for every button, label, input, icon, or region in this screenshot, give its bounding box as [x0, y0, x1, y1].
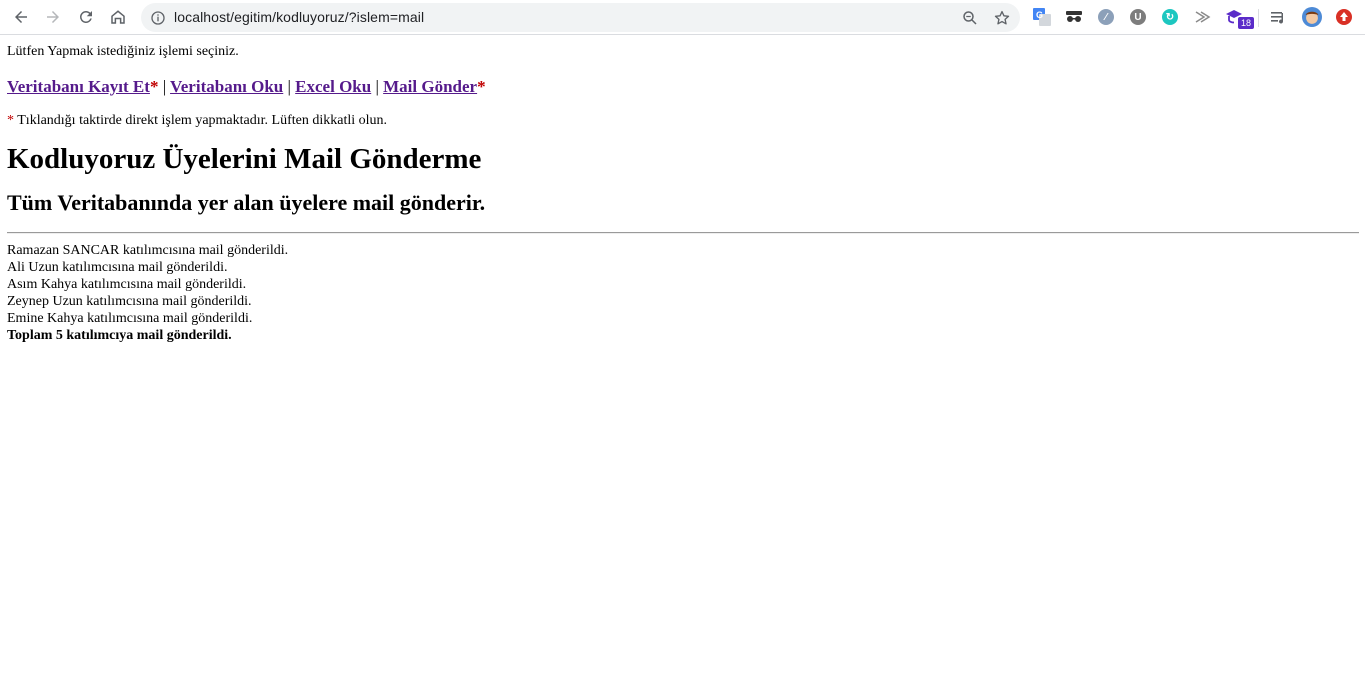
list-item: Zeynep Uzun katılımcısına mail gönderild…: [7, 294, 252, 309]
home-button[interactable]: [106, 5, 130, 29]
list-item: Ramazan SANCAR katılımcısına mail gönder…: [7, 243, 289, 258]
link-separator: |: [287, 77, 291, 96]
reload-icon: [79, 10, 92, 23]
update-arrow-icon[interactable]: [1334, 7, 1354, 27]
incognito-glasses-icon[interactable]: [1064, 7, 1084, 27]
google-translate-icon[interactable]: G: [1032, 7, 1052, 27]
link-separator: |: [375, 77, 379, 96]
link-separator: |: [162, 77, 167, 96]
back-button[interactable]: [9, 5, 33, 29]
note-text: Tıklandığı taktirde direkt işlem yapmakt…: [17, 113, 387, 128]
compass-extension-icon[interactable]: ⁄: [1096, 7, 1116, 27]
warning-marker: *: [477, 77, 486, 96]
toolbar-divider: [1258, 9, 1259, 27]
zoom-icon[interactable]: [961, 9, 979, 27]
refresh-extension-icon[interactable]: ↻: [1160, 7, 1180, 27]
reload-button[interactable]: [74, 5, 98, 29]
url-text[interactable]: localhost/egitim/kodluyoruz/?islem=mail: [174, 9, 424, 25]
intro-text: Lütfen Yapmak istediğiniz işlemi seçiniz…: [7, 44, 239, 59]
link-veritabani-kayit[interactable]: Veritabanı Kayıt Et: [7, 77, 150, 96]
list-item: Asım Kahya katılımcısına mail gönderildi…: [7, 277, 247, 292]
svg-text:G: G: [1036, 10, 1043, 20]
star-bookmark-icon[interactable]: [993, 9, 1011, 27]
list-item: Ali Uzun katılımcısına mail gönderildi.: [7, 260, 228, 275]
arrow-left-icon: [15, 11, 27, 23]
total-summary: Toplam 5 katılımcıya mail gönderildi.: [7, 328, 232, 343]
result-list: Ramazan SANCAR katılımcısına mail gönder…: [7, 242, 1359, 344]
link-excel-oku[interactable]: Excel Oku: [295, 77, 371, 96]
avatar[interactable]: [1302, 7, 1322, 27]
warning-marker: *: [149, 77, 159, 96]
send-arrow-icon[interactable]: [1192, 7, 1212, 27]
forward-button[interactable]: [41, 5, 65, 29]
page-subtitle: Tüm Veritabanında yer alan üyelere mail …: [7, 190, 486, 215]
warning-note: * Tıklandığı taktirde direkt işlem yapma…: [7, 112, 1359, 129]
address-bar[interactable]: localhost/egitim/kodluyoruz/?islem=mail: [141, 3, 1020, 32]
list-item: Emine Kahya katılımcısına mail gönderild…: [7, 311, 253, 326]
divider: [7, 232, 1359, 234]
media-queue-icon[interactable]: [1269, 7, 1289, 27]
link-mail-gonder[interactable]: Mail Gönder: [383, 77, 477, 96]
u-extension-icon[interactable]: U: [1128, 7, 1148, 27]
action-links: Veritabanı Kayıt Et* | Veritabanı Oku | …: [7, 77, 1359, 97]
page-content: Lütfen Yapmak istediğiniz işlemi seçiniz…: [7, 35, 1359, 344]
arrow-right-icon: [47, 11, 59, 23]
page-title: Kodluyoruz Üyelerini Mail Gönderme: [7, 143, 482, 175]
note-marker: *: [7, 113, 14, 128]
home-icon: [111, 10, 125, 24]
extension-badge: 18: [1238, 17, 1254, 29]
browser-toolbar: localhost/egitim/kodluyoruz/?islem=mail …: [0, 0, 1365, 35]
link-veritabani-oku[interactable]: Veritabanı Oku: [170, 77, 283, 96]
info-icon[interactable]: [150, 10, 166, 26]
